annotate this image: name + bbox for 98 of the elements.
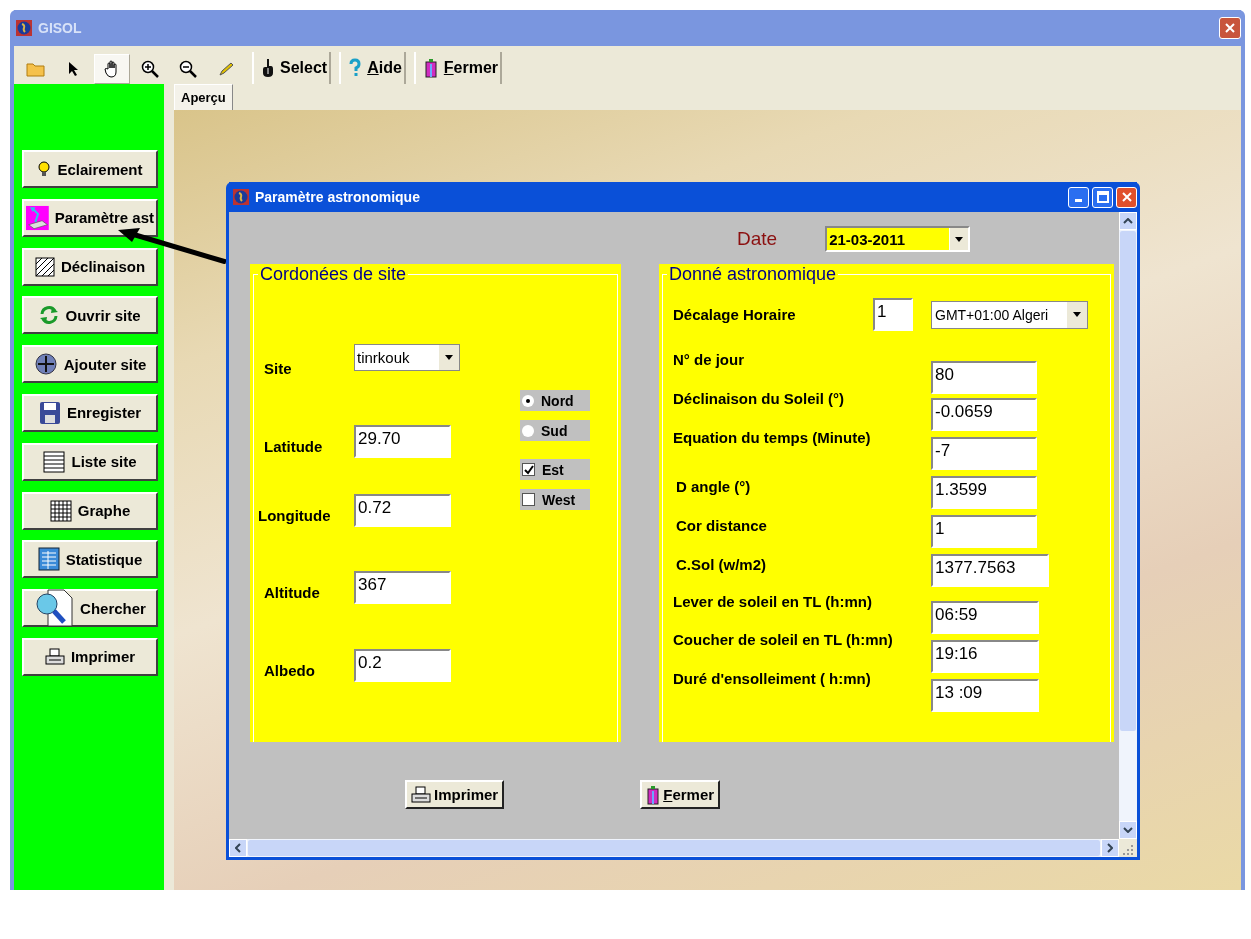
hatched-square-icon <box>34 256 55 277</box>
toolbar-button[interactable]: Select <box>252 52 332 84</box>
close-button[interactable] <box>1219 17 1241 39</box>
field-label: Duré d'ensolleiment ( h:mn) <box>673 670 872 687</box>
input-field[interactable]: 0.2 <box>354 649 451 682</box>
sidebar-button[interactable]: Enregister <box>22 394 158 432</box>
dialog-button[interactable]: Imprimer <box>405 780 505 809</box>
field-label: Coucher de soleil en TL (h:mn) <box>673 631 894 648</box>
field-label: Site <box>263 359 293 377</box>
sidebar-button[interactable]: Eclairement <box>22 150 158 188</box>
input-field[interactable]: 1 <box>873 298 913 331</box>
scroll-right-icon <box>1107 843 1113 853</box>
pencil-icon <box>218 61 234 77</box>
input-field[interactable]: 0.72 <box>354 494 451 527</box>
field-label: Décalage Horaire <box>673 306 797 323</box>
crosshair-icon <box>33 352 58 377</box>
tab[interactable]: Aperçu <box>174 84 233 110</box>
dropdown-arrow-icon <box>955 236 964 242</box>
close-icon <box>1121 192 1132 202</box>
input-field[interactable]: 80 <box>931 361 1037 394</box>
document-magnifier-icon <box>34 588 75 629</box>
toolbar-button[interactable]: Aide <box>339 52 406 84</box>
maximize-icon <box>1096 191 1109 203</box>
printer-icon <box>411 785 431 804</box>
sidebar-button[interactable]: Ajouter site <box>22 345 158 384</box>
scroll-left-icon <box>235 843 241 853</box>
field-label: Altitude <box>263 583 321 601</box>
input-field[interactable]: 1.3599 <box>931 476 1037 509</box>
sidebar-button[interactable]: Graphe <box>22 491 158 530</box>
field-label: Déclinaison du Soleil (°) <box>673 390 846 407</box>
radio-option[interactable]: Sud <box>520 420 590 441</box>
minimize-button[interactable] <box>1068 186 1089 208</box>
help-icon <box>349 58 362 78</box>
field-label: Latitude <box>263 437 324 455</box>
dropdown-arrow-icon <box>1073 312 1081 317</box>
site-dropdown[interactable]: tinrkouk <box>354 344 460 371</box>
door-icon <box>646 784 661 805</box>
field-label: C.Sol (w/m2) <box>675 556 767 573</box>
sidebar-button[interactable]: Liste site <box>22 442 158 481</box>
date-picker[interactable]: 21-03-2011 <box>825 226 971 252</box>
input-field[interactable]: 367 <box>354 571 451 604</box>
toolbar-button[interactable]: Fermer <box>413 52 503 84</box>
input-field[interactable]: 1 <box>931 515 1037 548</box>
field-label: N° de jour <box>673 351 745 368</box>
horizontal-scrollbar[interactable] <box>229 839 1137 857</box>
zoom-in-icon <box>141 60 159 78</box>
timezone-dropdown[interactable]: GMT+01:00 Algeri <box>931 300 1088 329</box>
hand-icon <box>104 60 120 78</box>
scroll-up-icon <box>1123 218 1133 224</box>
door-icon <box>423 58 438 78</box>
input-field[interactable]: -7 <box>931 437 1037 470</box>
refresh-icon <box>39 305 60 326</box>
maximize-button[interactable] <box>1092 186 1113 208</box>
sidebar-button[interactable]: Ouvrir site <box>22 296 158 335</box>
field-label: D angle (°) <box>675 478 752 495</box>
input-field[interactable]: -0.0659 <box>931 398 1037 431</box>
checkbox-option[interactable]: Est <box>520 459 590 480</box>
radio-option[interactable]: Nord <box>520 390 590 411</box>
input-field[interactable]: 1377.7563 <box>931 554 1049 587</box>
group-title: Donné astronomique <box>667 264 839 285</box>
resize-grip-icon[interactable] <box>1119 839 1137 857</box>
list-icon <box>43 450 66 473</box>
dialog-title: Paramètre astronomique <box>255 189 421 205</box>
field-label: Albedo <box>263 661 316 679</box>
input-field[interactable]: 19:16 <box>931 640 1039 673</box>
pointer-icon <box>68 61 80 77</box>
checkbox-option[interactable]: West <box>520 489 590 510</box>
globe-icon <box>233 189 249 205</box>
input-field[interactable]: 06:59 <box>931 601 1039 634</box>
input-field[interactable]: 13 :09 <box>931 679 1039 712</box>
vertical-scrollbar[interactable] <box>1119 212 1137 839</box>
minimize-icon <box>1075 198 1082 202</box>
sidebar-button[interactable]: Paramètre ast <box>22 198 158 237</box>
scroll-down-icon <box>1123 827 1133 833</box>
check-icon <box>523 464 534 475</box>
zoom-out-icon <box>179 60 197 78</box>
sidebar-button[interactable]: Déclinaison <box>22 247 158 286</box>
date-label: Date <box>737 228 778 250</box>
close-button[interactable] <box>1116 186 1137 208</box>
window-title: GISOL <box>38 20 83 36</box>
folder-icon <box>26 61 46 77</box>
hand-tool-button[interactable] <box>94 54 130 84</box>
sidebar-button[interactable]: Statistique <box>22 540 158 579</box>
spreadsheet-icon <box>37 547 60 572</box>
sidebar-button[interactable]: Imprimer <box>22 637 158 676</box>
light-bulb-icon <box>37 160 52 178</box>
close-icon <box>1225 23 1235 33</box>
grid-icon <box>49 499 72 522</box>
sidebar-button[interactable]: Chercher <box>22 589 158 628</box>
field-label: Cor distance <box>675 517 768 534</box>
field-label: Longitude <box>257 506 332 524</box>
dialog-button[interactable]: Fermer <box>640 780 721 809</box>
dropdown-arrow-icon <box>445 355 453 360</box>
field-label: Equation du temps (Minute) <box>673 429 872 446</box>
printer-icon <box>44 647 65 666</box>
input-field[interactable]: 29.70 <box>354 425 451 458</box>
field-label: Lever de soleil en TL (h:mn) <box>673 593 873 610</box>
globe-icon <box>16 20 32 36</box>
